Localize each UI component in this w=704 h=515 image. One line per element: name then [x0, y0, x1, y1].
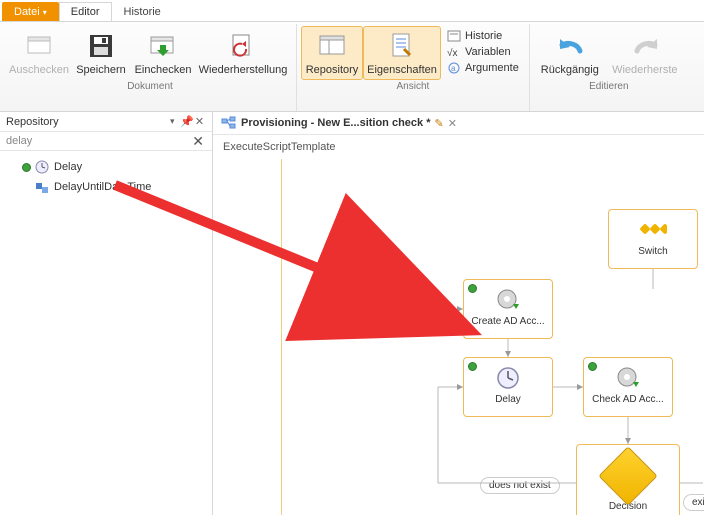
document-tab[interactable]: Provisioning - New E...sition check * ✎ …	[213, 112, 704, 135]
tab-strip: Datei ▾ Editor Historie	[0, 0, 704, 22]
component-icon	[34, 179, 50, 195]
tree-item-label: Delay	[54, 161, 82, 173]
tab-datei[interactable]: Datei ▾	[2, 2, 59, 21]
tree-item-label: DelayUntilDateTime	[54, 181, 151, 193]
group-editieren-label: Editieren	[534, 80, 684, 94]
save-icon	[85, 30, 117, 62]
variablen-item[interactable]: √x Variablen	[441, 44, 525, 60]
wiederherstellen-button[interactable]: Wiederherste	[606, 26, 684, 80]
search-input[interactable]	[6, 135, 206, 147]
status-dot-icon	[588, 362, 597, 371]
gear-run-icon	[494, 286, 522, 314]
clock-icon	[494, 364, 522, 392]
close-tab-icon[interactable]: ✕	[448, 117, 457, 130]
repository-panel: Repository ▾ 📌 ✕ ✕ Delay DelayUntilDateT…	[0, 112, 213, 515]
eigenschaften-button[interactable]: Eigenschaften	[363, 26, 441, 80]
repository-icon	[316, 30, 348, 62]
checkout-icon	[23, 30, 55, 62]
pin-icon[interactable]: 📌	[180, 115, 193, 128]
close-panel-icon[interactable]: ✕	[193, 115, 206, 128]
history-icon	[447, 29, 461, 43]
wiederherstellung-button[interactable]: Wiederherstellung	[194, 26, 292, 80]
panel-title: Repository	[6, 116, 170, 128]
canvas-area: Provisioning - New E...sition check * ✎ …	[213, 112, 704, 515]
undo-icon	[554, 30, 586, 62]
auschecken-button[interactable]: Auschecken	[8, 26, 70, 80]
node-create-ad[interactable]: Create AD Acc...	[463, 279, 553, 339]
guide-line	[281, 159, 282, 515]
node-label: Check AD Acc...	[592, 394, 664, 405]
rueckgaengig-button[interactable]: Rückgängig	[534, 26, 606, 80]
checkin-icon	[147, 30, 179, 62]
group-ansicht-label: Ansicht	[301, 80, 525, 94]
gear-run-icon	[614, 364, 642, 392]
group-dokument-label: Dokument	[8, 80, 292, 94]
status-dot-icon	[468, 284, 477, 293]
argumente-item[interactable]: a Argumente	[441, 60, 525, 76]
historie-item[interactable]: Historie	[441, 28, 525, 44]
workspace: Repository ▾ 📌 ✕ ✕ Delay DelayUntilDateT…	[0, 112, 704, 515]
edge-label-notexist: does not exist	[480, 477, 560, 494]
repository-button[interactable]: Repository	[301, 26, 363, 80]
node-label: Create AD Acc...	[471, 316, 544, 327]
search-box: ✕	[0, 132, 212, 151]
diamond-icon	[598, 446, 657, 505]
redo-icon	[629, 30, 661, 62]
node-switch[interactable]: Switch	[608, 209, 698, 269]
edge-label-exists: exists	[683, 494, 704, 511]
tree-item-delay[interactable]: Delay	[4, 157, 208, 177]
edit-icon: ✎	[435, 117, 444, 130]
node-decision[interactable]: Decision	[576, 444, 680, 515]
speichern-button[interactable]: Speichern	[70, 26, 132, 80]
tree-item-delayuntil[interactable]: DelayUntilDateTime	[4, 177, 208, 197]
variables-icon: √x	[447, 45, 461, 59]
document-tab-title: Provisioning - New E...sition check *	[241, 117, 431, 129]
node-label: Switch	[638, 246, 667, 257]
switch-icon	[639, 216, 667, 244]
status-dot-icon	[22, 163, 31, 172]
workflow-icon	[221, 116, 237, 130]
properties-icon	[386, 30, 418, 62]
clear-search-icon[interactable]: ✕	[192, 133, 204, 150]
ribbon: Auschecken Speichern Einchecken Wiederhe…	[0, 22, 704, 112]
panel-dropdown-icon[interactable]: ▾	[170, 116, 180, 127]
restore-icon	[227, 30, 259, 62]
node-label: Delay	[495, 394, 521, 405]
breadcrumb[interactable]: ExecuteScriptTemplate	[213, 135, 704, 159]
workflow-canvas[interactable]: Switch Create AD Acc... Delay	[213, 159, 704, 515]
einchecken-button[interactable]: Einchecken	[132, 26, 194, 80]
svg-text:√x: √x	[447, 47, 458, 59]
tab-editor[interactable]: Editor	[59, 2, 112, 21]
node-check-ad[interactable]: Check AD Acc...	[583, 357, 673, 417]
tree: Delay DelayUntilDateTime	[0, 151, 212, 203]
clock-icon	[34, 159, 50, 175]
svg-text:a: a	[451, 64, 456, 73]
node-delay[interactable]: Delay	[463, 357, 553, 417]
tab-historie[interactable]: Historie	[112, 2, 173, 21]
arguments-icon: a	[447, 61, 461, 75]
status-dot-icon	[468, 362, 477, 371]
